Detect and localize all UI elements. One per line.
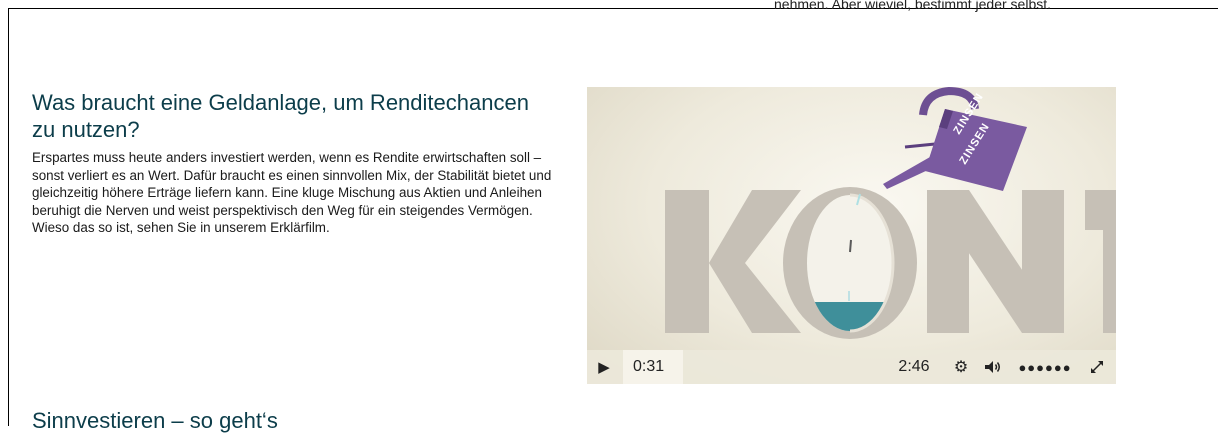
- watering-can-zinsen: [883, 87, 1027, 191]
- gear-icon: ⚙: [953, 359, 969, 376]
- letter-o: [783, 187, 917, 339]
- content-frame-left-border: [8, 8, 9, 426]
- volume-dots-icon: ●●●●●●: [1018, 359, 1072, 375]
- expand-icon: [1091, 361, 1103, 373]
- letter-t: [1085, 190, 1116, 333]
- volume-slider[interactable]: ●●●●●●: [1015, 350, 1075, 384]
- total-duration: 2:46: [898, 358, 930, 375]
- next-section-heading: Sinnvestieren – so geht‘s: [32, 408, 278, 433]
- mute-button[interactable]: [981, 350, 1005, 384]
- play-icon: ▶: [598, 359, 610, 376]
- speaker-icon: [985, 361, 1000, 373]
- fullscreen-button[interactable]: [1084, 350, 1110, 384]
- letter-n: [927, 190, 1064, 333]
- play-button[interactable]: ▶: [587, 350, 621, 384]
- section-body-text: Erspartes muss heute anders investiert w…: [32, 150, 552, 235]
- settings-button[interactable]: ⚙: [949, 350, 973, 384]
- explainer-video-player[interactable]: ZINSEN ZINSEN ▶ 0:31 2:46 ⚙ ●●●●●●: [587, 87, 1116, 384]
- current-time: 0:31: [623, 350, 683, 384]
- section-heading: Was braucht eine Geldanlage, um Renditec…: [32, 90, 529, 142]
- video-frame-illustration: ZINSEN ZINSEN: [665, 87, 1116, 339]
- video-controls-bar: ▶ 0:31 2:46 ⚙ ●●●●●●: [587, 350, 1116, 384]
- letter-k: [665, 190, 801, 333]
- previous-paragraph-tail: nehmen. Aber wieviel, bestimmt jeder sel…: [774, 0, 1052, 12]
